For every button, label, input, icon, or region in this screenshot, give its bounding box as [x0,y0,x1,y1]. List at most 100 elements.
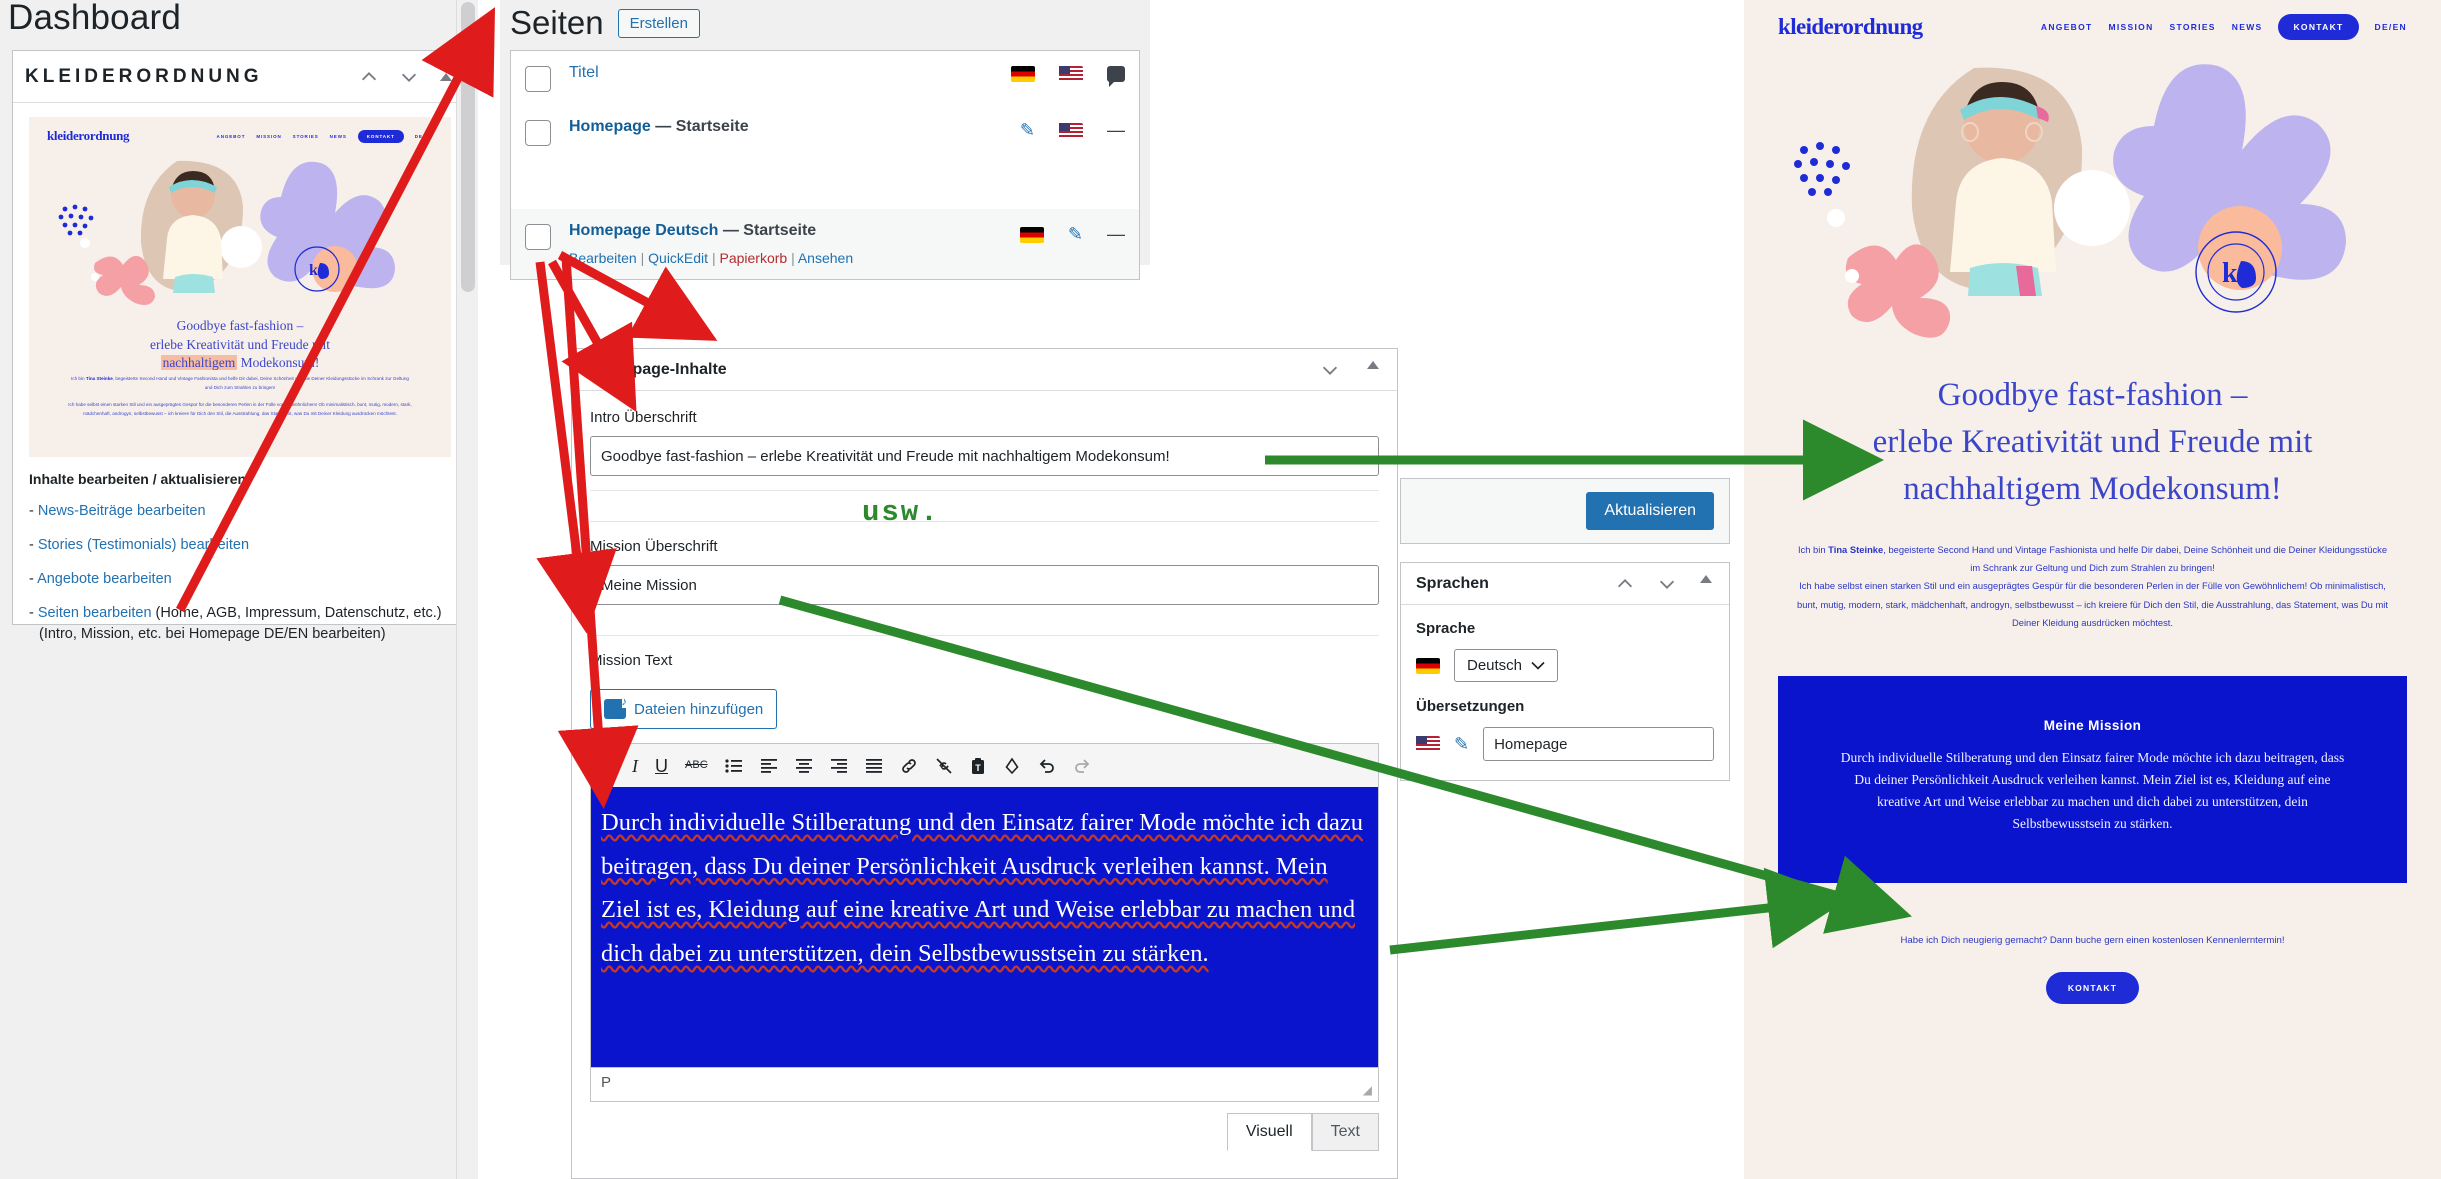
page-title-homepage-deutsch: Homepage Deutsch — Startseite [569,222,817,239]
select-all-checkbox[interactable] [525,66,551,92]
dashboard-scrollbar[interactable] [456,0,478,1179]
live-site-preview: kleiderordnung ANGEBOT MISSION STORIES N… [1744,0,2441,1179]
site-nav: kleiderordnung ANGEBOT MISSION STORIES N… [1744,0,2441,40]
intro-paragraph-1: Ich bin Tina Steinke, begeisterte Second… [1797,543,2388,573]
pencil-icon[interactable]: ✎ [1020,120,1035,141]
insert-link-icon[interactable] [900,757,918,775]
resize-handle-icon[interactable]: ◢ [1363,1083,1372,1097]
editor-content-area[interactable]: Durch individuelle Stilberatung und den … [590,787,1379,1068]
wysiwyg-editor: Dateien hinzufügen B I U ABC T D [572,679,1397,1102]
chevron-up-icon[interactable] [1614,573,1636,595]
list-item: - Seiten bearbeiten (Home, AGB, Impressu… [29,603,450,645]
table-row: Homepage Deutsch — Startseite Bearbeiten… [511,209,1139,279]
nav-language-switch[interactable]: DE/EN [2375,22,2407,32]
nav-kontakt-button[interactable]: KONTAKT [2278,14,2359,40]
languages-header[interactable]: Sprachen [1401,563,1729,605]
chevron-down-icon[interactable] [1656,573,1678,595]
svg-text:T: T [975,763,981,773]
column-header-titel[interactable]: Titel [569,64,599,81]
clear-formatting-icon[interactable] [1003,757,1021,775]
mission-heading-field: Mission Überschrift [572,522,1397,636]
create-page-button[interactable]: Erstellen [617,8,700,38]
mission-body: Durch individuelle Stilberatung und den … [1840,750,2345,831]
caret-up-icon[interactable] [438,71,454,83]
action-ansehen[interactable]: Ansehen [798,250,853,266]
align-right-icon[interactable] [830,758,848,774]
headline-line-1: Goodbye fast-fashion – [1937,377,2248,413]
tab-visuell[interactable]: Visuell [1226,1113,1312,1151]
languages-panel: Sprachen Sprache Deutsch Übersetzungen ✎… [1400,562,1730,781]
underline-icon[interactable]: U [655,757,668,775]
tab-text[interactable]: Text [1311,1113,1379,1151]
redo-icon[interactable] [1073,757,1091,775]
editor-toolbar: B I U ABC T [590,743,1379,787]
align-left-icon[interactable] [760,758,778,774]
metabox-header[interactable]: Homepage-Inhalte [572,349,1397,391]
site-logo: kleiderordnung [1778,14,1923,39]
list-item: - News-Beiträge bearbeiten [29,503,206,519]
update-button[interactable]: Aktualisieren [1586,492,1714,530]
link-seiten-bearbeiten[interactable]: Seiten bearbeiten [38,605,152,621]
list-item: - Stories (Testimonials) bearbeiten [29,537,250,554]
element-path: P [601,1074,612,1091]
media-icon [604,696,627,719]
site-cta-button[interactable]: KONTAKT [2045,971,2140,1004]
table-header-row: Titel [511,51,1139,105]
italic-icon[interactable]: I [632,757,638,775]
undo-icon[interactable] [1038,757,1056,775]
bulleted-list-icon[interactable] [725,758,743,774]
action-quickedit[interactable]: QuickEdit [648,250,708,266]
link-stories-bearbeiten[interactable]: Stories (Testimonials) bearbeiten [38,537,249,553]
chevron-down-icon [1531,661,1545,670]
thumb-hero-art: k [29,151,451,311]
mission-heading-input[interactable] [590,565,1379,605]
thumb-nav-stories: STORIES [292,133,319,139]
edit-links-list: - News-Beiträge bearbeiten - Stories (Te… [29,501,450,645]
nav-mission[interactable]: MISSION [2109,22,2154,32]
row-checkbox[interactable] [525,224,551,250]
row-checkbox[interactable] [525,120,551,146]
link-news-bearbeiten[interactable]: News-Beiträge bearbeiten [38,503,206,519]
translation-input[interactable] [1483,727,1714,761]
bold-icon[interactable]: B [603,757,615,775]
thumb-nav: kleiderordnung ANGEBOT MISSION STORIES N… [29,117,451,155]
thumb-nav-kontakt: KONTAKT [357,129,404,143]
strikethrough-icon[interactable]: ABC [685,760,708,771]
flag-us-icon [1059,66,1083,82]
intro-heading-input[interactable] [590,436,1379,476]
pencil-icon[interactable]: ✎ [1454,734,1469,755]
chevron-up-icon[interactable] [358,66,380,88]
thumb-lang-switch: DE/EN [414,133,433,139]
nav-news[interactable]: NEWS [2232,22,2263,32]
chevron-down-icon[interactable] [1319,359,1341,381]
edit-content-heading: Inhalte bearbeiten / aktualisieren [29,471,247,487]
thumb-logo: kleiderordnung [47,128,130,143]
pages-table: Titel Homepage — Startseite ✎ — Homepage… [510,50,1140,280]
thumb-intro-text: Ich bin Tina Steinke, begeisterte Second… [68,376,412,416]
justify-icon[interactable] [865,758,883,774]
action-papierkorb[interactable]: Papierkorb [719,250,787,266]
editor-status-bar: P ◢ [590,1068,1379,1102]
editor-selected-text: Durch individuelle Stilberatung und den … [601,809,1363,967]
list-item: - Angebote bearbeiten [29,571,172,588]
site-thumbnail-preview: kleiderordnung ANGEBOT MISSION STORIES N… [29,117,451,457]
add-media-button[interactable]: Dateien hinzufügen [590,689,778,729]
dashboard-widget: KLEIDERORDNUNG kleiderordnung ANGEBOT MI… [12,50,467,642]
nav-stories[interactable]: STORIES [2170,22,2216,32]
widget-header: KLEIDERORDNUNG [13,51,466,103]
nav-angebot[interactable]: ANGEBOT [2041,22,2093,32]
remove-link-icon[interactable] [935,757,953,775]
caret-up-icon[interactable] [1698,573,1714,585]
publish-panel: Aktualisieren [1400,478,1730,544]
caret-up-icon[interactable] [1365,359,1381,371]
flag-de-icon [1019,226,1044,243]
language-select[interactable]: Deutsch [1454,649,1559,682]
thumb-nav-angebot: ANGEBOT [216,133,246,139]
pencil-icon[interactable]: ✎ [1068,224,1083,245]
link-angebote-bearbeiten[interactable]: Angebote bearbeiten [37,571,172,587]
paste-as-text-icon[interactable]: T [970,757,986,775]
chevron-down-icon[interactable] [398,66,420,88]
site-cta-text: Habe ich Dich neugierig gemacht? Dann bu… [1900,934,2285,946]
align-center-icon[interactable] [795,758,813,774]
action-bearbeiten[interactable]: Bearbeiten [569,250,637,266]
